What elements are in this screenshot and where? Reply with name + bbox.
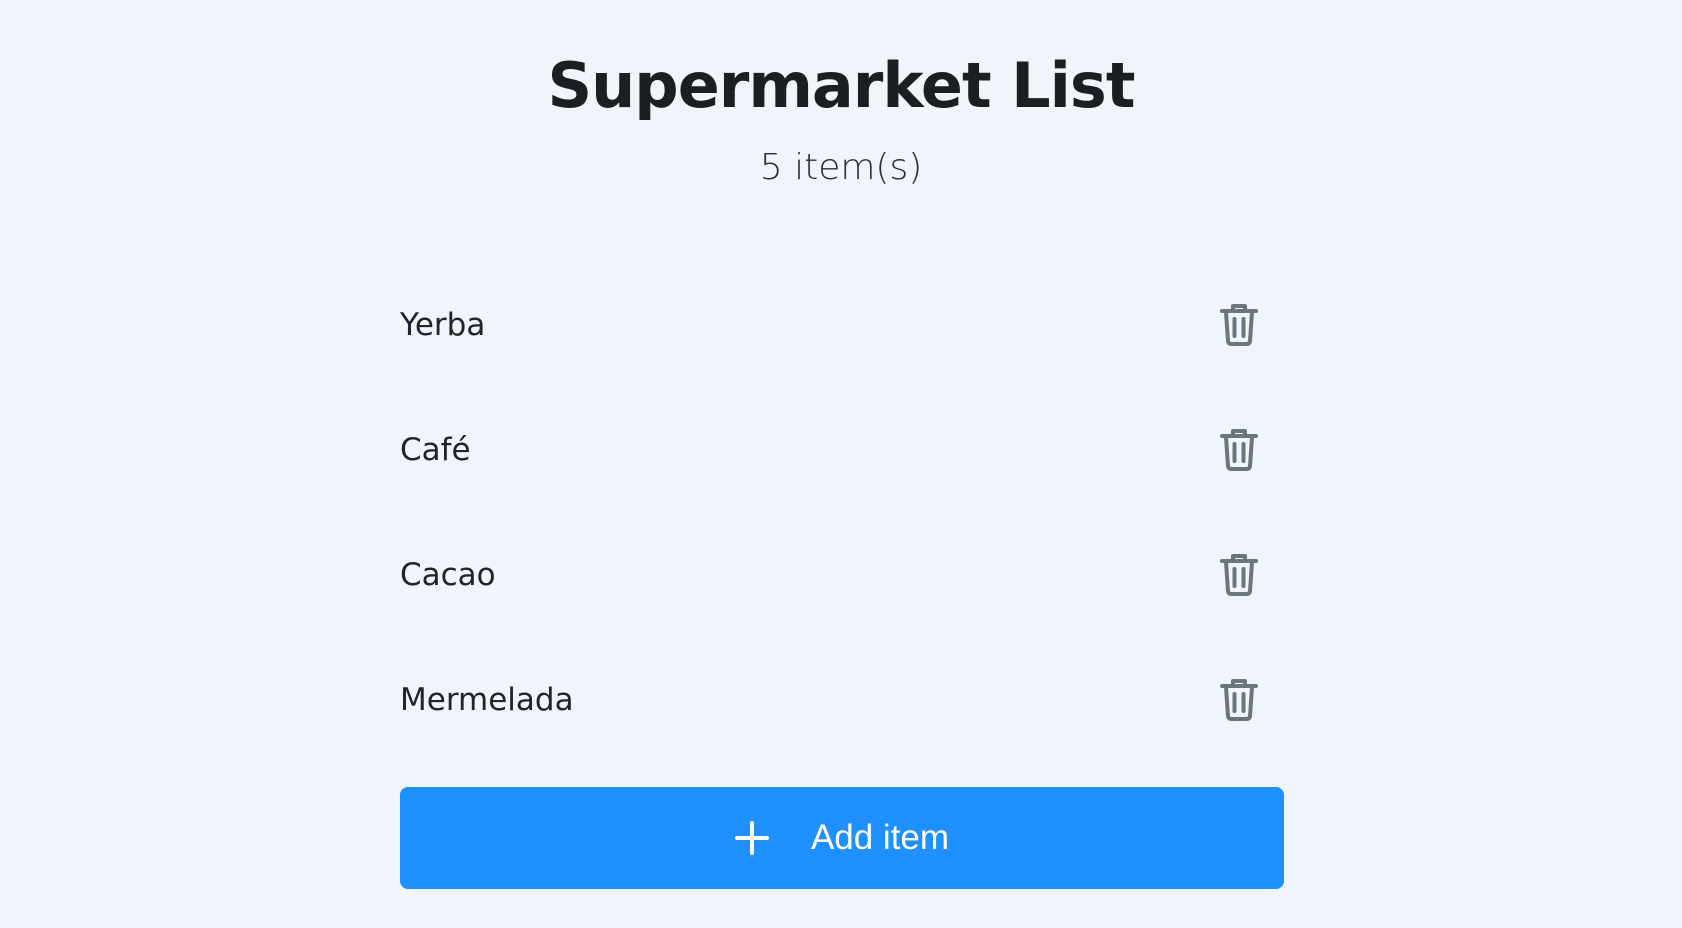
item-label: Yerba [400, 306, 486, 343]
list-item: Mermelada [400, 637, 1284, 762]
item-label: Cacao [400, 556, 496, 593]
app-page: Supermarket List 5 item(s) Yerba Café Ca… [0, 0, 1682, 928]
plus-icon [734, 821, 769, 855]
trash-icon [1220, 678, 1258, 721]
shopping-list: Yerba Café Cacao Mermelada [400, 262, 1284, 762]
item-label: Café [400, 431, 471, 468]
add-item-label: Add item [810, 818, 950, 857]
delete-item-button[interactable] [1214, 550, 1264, 600]
list-item: Cacao [400, 512, 1284, 637]
delete-item-button[interactable] [1214, 425, 1264, 475]
item-label: Mermelada [400, 681, 574, 718]
trash-icon [1220, 428, 1258, 471]
list-item: Yerba [400, 262, 1284, 387]
delete-item-button[interactable] [1214, 675, 1264, 725]
list-item: Café [400, 387, 1284, 512]
page-title: Supermarket List [547, 49, 1136, 122]
add-item-button[interactable]: Add item [400, 787, 1284, 889]
trash-icon [1220, 303, 1258, 346]
item-count: 5 item(s) [759, 147, 923, 188]
delete-item-button[interactable] [1214, 300, 1264, 350]
trash-icon [1220, 553, 1258, 596]
